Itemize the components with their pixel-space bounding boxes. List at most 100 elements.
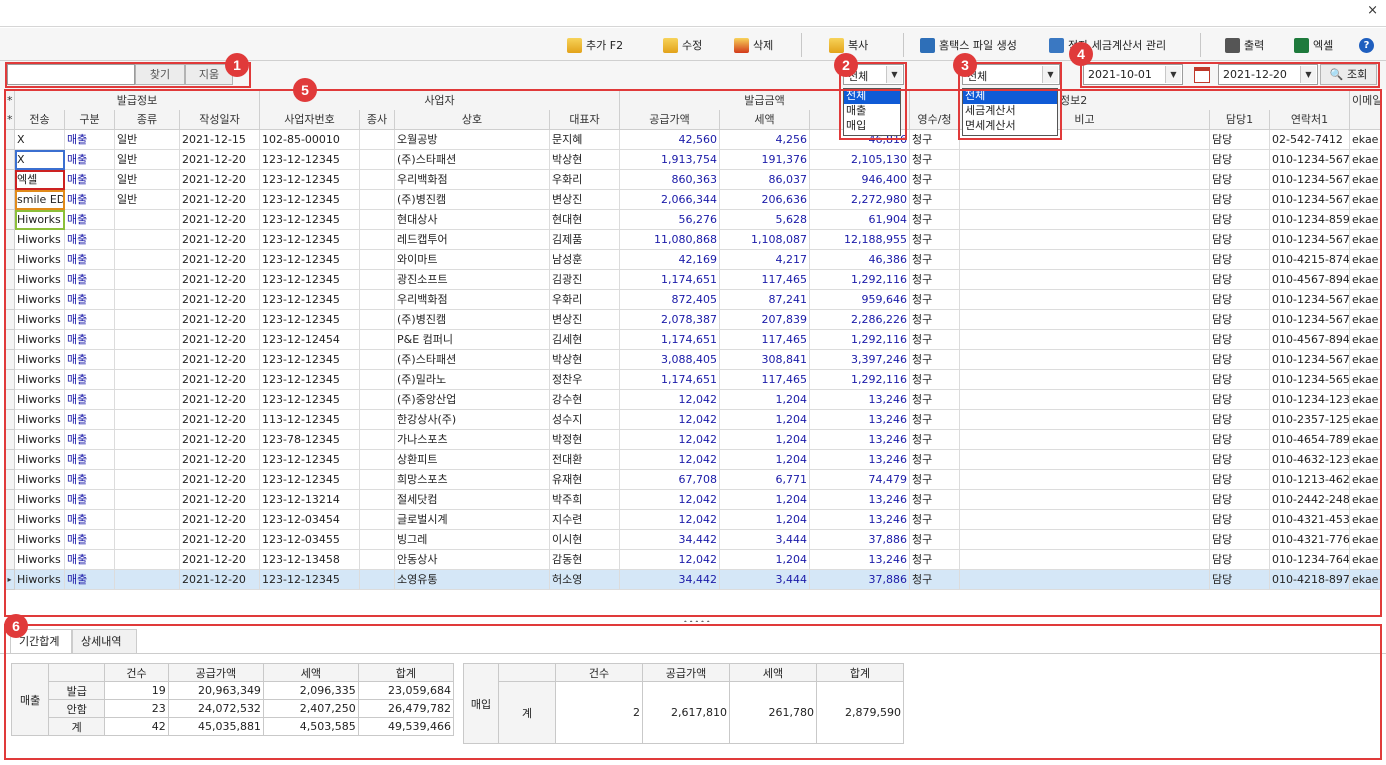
- grid-cell[interactable]: 2021-12-20: [180, 530, 260, 550]
- grid-cell[interactable]: [360, 370, 395, 390]
- grid-cell[interactable]: 청구: [910, 190, 960, 210]
- grid-cell[interactable]: 담당: [1210, 270, 1270, 290]
- grid-cell[interactable]: 010-4321-453: [1270, 510, 1350, 530]
- table-row[interactable]: Hiworks 매출 2021-12-20 123-12-12345 우리백화점 우화리 8…: [5, 290, 1381, 310]
- column-header[interactable]: 구분: [65, 110, 115, 130]
- grid-cell[interactable]: ekae: [1350, 190, 1381, 210]
- grid-cell[interactable]: 담당: [1210, 490, 1270, 510]
- grid-cell[interactable]: [960, 430, 1210, 450]
- grid-cell[interactable]: 13,246: [810, 450, 910, 470]
- row-indicator[interactable]: [5, 250, 15, 270]
- grid-cell[interactable]: (주)중앙산업: [395, 390, 550, 410]
- grid-cell[interactable]: [115, 450, 180, 470]
- grid-cell[interactable]: 박정현: [550, 430, 620, 450]
- grid-cell[interactable]: 담당: [1210, 570, 1270, 590]
- grid-cell[interactable]: 5,628: [720, 210, 810, 230]
- row-indicator[interactable]: [5, 310, 15, 330]
- grid-cell[interactable]: 박상현: [550, 150, 620, 170]
- grid-cell[interactable]: 매출: [65, 430, 115, 450]
- grid-cell[interactable]: [360, 390, 395, 410]
- grid-cell[interactable]: 123-12-12345: [260, 210, 360, 230]
- grid-cell[interactable]: [960, 550, 1210, 570]
- grid-cell[interactable]: 담당: [1210, 390, 1270, 410]
- grid-cell[interactable]: [360, 510, 395, 530]
- type-option[interactable]: 매출: [844, 104, 900, 119]
- grid-cell[interactable]: 청구: [910, 510, 960, 530]
- grid-cell[interactable]: 청구: [910, 330, 960, 350]
- row-indicator[interactable]: [5, 130, 15, 150]
- grid-cell[interactable]: [960, 270, 1210, 290]
- grid-cell[interactable]: 123-12-12345: [260, 350, 360, 370]
- grid-cell[interactable]: 37,886: [810, 530, 910, 550]
- query-button[interactable]: 🔍 조회: [1320, 64, 1377, 85]
- grid-cell[interactable]: 308,841: [720, 350, 810, 370]
- grid-cell[interactable]: 3,397,246: [810, 350, 910, 370]
- table-row[interactable]: Hiworks 매출 2021-12-20 123-12-03454 글로벌시계 지수련 1…: [5, 510, 1381, 530]
- grid-cell[interactable]: [360, 570, 395, 590]
- grid-cell[interactable]: 매출: [65, 510, 115, 530]
- grid-cell[interactable]: 담당: [1210, 550, 1270, 570]
- table-row[interactable]: Hiworks 매출 2021-12-20 123-12-13458 안동상사 감동현 12…: [5, 550, 1381, 570]
- row-indicator[interactable]: [5, 370, 15, 390]
- table-row[interactable]: Hiworks 매출 2021-12-20 123-12-12345 레드캡투어 김제품 1…: [5, 230, 1381, 250]
- grid-cell[interactable]: [960, 530, 1210, 550]
- grid-cell[interactable]: [115, 430, 180, 450]
- grid-cell[interactable]: 12,042: [620, 450, 720, 470]
- grid-cell[interactable]: 123-12-12345: [260, 270, 360, 290]
- row-indicator[interactable]: [5, 550, 15, 570]
- grid-cell[interactable]: 현대현: [550, 210, 620, 230]
- grid-cell[interactable]: 123-78-12345: [260, 430, 360, 450]
- grid-cell[interactable]: 청구: [910, 270, 960, 290]
- grid-cell[interactable]: 123-12-03455: [260, 530, 360, 550]
- grid-cell[interactable]: [360, 490, 395, 510]
- grid-cell[interactable]: 123-12-12345: [260, 170, 360, 190]
- grid-cell[interactable]: 매출: [65, 310, 115, 330]
- grid-cell[interactable]: Hiworks: [15, 490, 65, 510]
- type-option[interactable]: 매입: [844, 119, 900, 134]
- chevron-down-icon[interactable]: ▼: [1165, 66, 1181, 83]
- doc-type-option[interactable]: 전체: [963, 89, 1057, 104]
- grid-cell[interactable]: 현대상사: [395, 210, 550, 230]
- grid-cell[interactable]: ekae: [1350, 170, 1381, 190]
- grid-cell[interactable]: X: [15, 130, 65, 150]
- table-row[interactable]: Hiworks 매출 2021-12-20 123-12-13214 절세닷컴 박주희 12…: [5, 490, 1381, 510]
- grid-cell[interactable]: 207,839: [720, 310, 810, 330]
- grid-cell[interactable]: [115, 230, 180, 250]
- date-from-input[interactable]: 2021-10-01 ▼: [1083, 64, 1183, 85]
- grid-cell[interactable]: 872,405: [620, 290, 720, 310]
- grid-cell[interactable]: [360, 290, 395, 310]
- tab-detail[interactable]: 상세내역: [72, 629, 137, 654]
- grid-cell[interactable]: smile ED: [15, 190, 65, 210]
- grid-cell[interactable]: 2021-12-20: [180, 190, 260, 210]
- grid-cell[interactable]: ekae: [1350, 470, 1381, 490]
- grid-cell[interactable]: 청구: [910, 570, 960, 590]
- grid-cell[interactable]: 청구: [910, 230, 960, 250]
- grid-cell[interactable]: [115, 570, 180, 590]
- grid-cell[interactable]: ekae: [1350, 570, 1381, 590]
- grid-cell[interactable]: 2,066,344: [620, 190, 720, 210]
- grid-cell[interactable]: 1,204: [720, 430, 810, 450]
- grid-cell[interactable]: [360, 230, 395, 250]
- column-header[interactable]: [1350, 110, 1381, 130]
- grid-cell[interactable]: [115, 250, 180, 270]
- grid-cell[interactable]: Hiworks: [15, 250, 65, 270]
- grid-cell[interactable]: 담당: [1210, 290, 1270, 310]
- grid-cell[interactable]: 문지혜: [550, 130, 620, 150]
- grid-cell[interactable]: 42,169: [620, 250, 720, 270]
- grid-cell[interactable]: 13,246: [810, 390, 910, 410]
- hometax-file-button[interactable]: 홈택스 파일 생성: [920, 36, 1017, 54]
- grid-cell[interactable]: 2021-12-20: [180, 430, 260, 450]
- column-header[interactable]: 대표자: [550, 110, 620, 130]
- grid-cell[interactable]: ekae: [1350, 370, 1381, 390]
- grid-cell[interactable]: [960, 230, 1210, 250]
- grid-cell[interactable]: 123-12-12345: [260, 470, 360, 490]
- help-button[interactable]: ?: [1359, 36, 1374, 54]
- grid-cell[interactable]: 담당: [1210, 130, 1270, 150]
- grid-cell[interactable]: 2021-12-20: [180, 230, 260, 250]
- grid-cell[interactable]: 2021-12-20: [180, 550, 260, 570]
- grid-cell[interactable]: 청구: [910, 530, 960, 550]
- grid-cell[interactable]: [960, 570, 1210, 590]
- grid-cell[interactable]: 담당: [1210, 210, 1270, 230]
- grid-cell[interactable]: 담당: [1210, 330, 1270, 350]
- type-option[interactable]: 전체: [844, 89, 900, 104]
